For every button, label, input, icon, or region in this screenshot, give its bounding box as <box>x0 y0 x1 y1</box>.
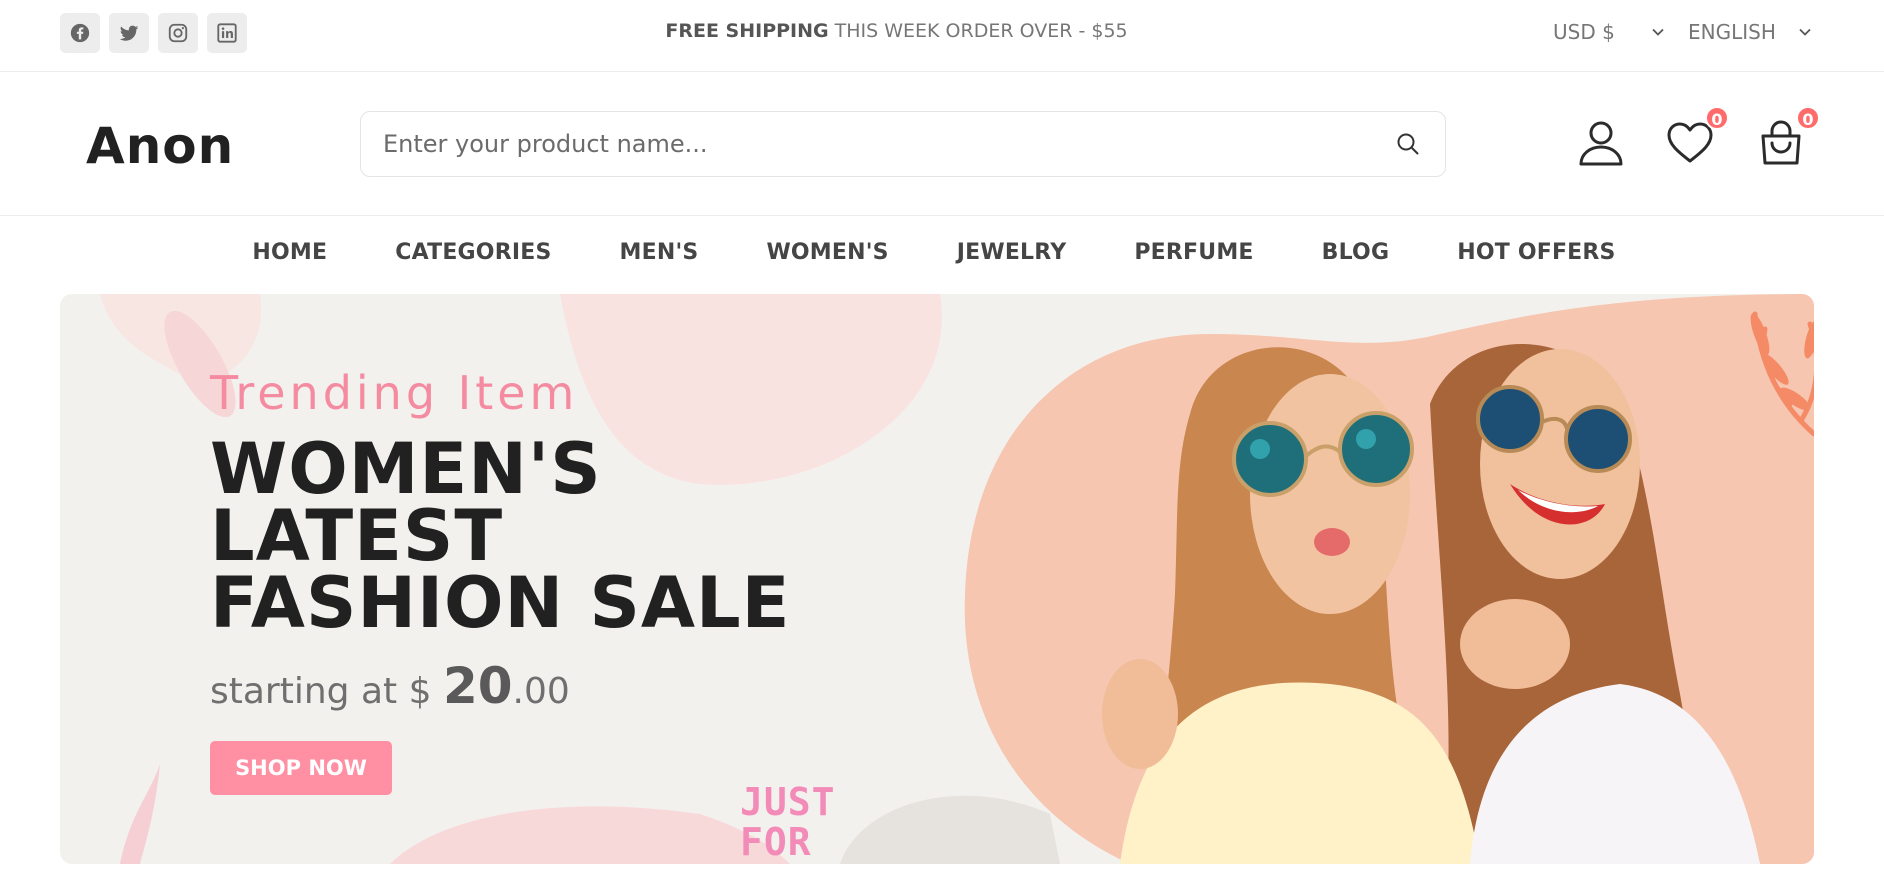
currency-label: USD $ <box>1553 20 1615 44</box>
top-bar: FREE SHIPPING THIS WEEK ORDER OVER - $55… <box>0 0 1884 72</box>
nav-item-hot-offers[interactable]: HOT OFFERS <box>1457 240 1615 265</box>
chevron-down-icon <box>1799 28 1811 36</box>
user-icon <box>1579 121 1623 166</box>
nav-item-jewelry[interactable]: JEWELRY <box>957 240 1067 265</box>
chevron-down-icon <box>1652 28 1664 36</box>
cart-button[interactable]: 0 <box>1756 106 1820 168</box>
hero-subtitle: Trending Item <box>210 366 579 420</box>
main-header: Anon 0 0 <box>0 72 1884 216</box>
site-logo[interactable]: Anon <box>86 117 234 175</box>
account-button[interactable] <box>1576 118 1626 168</box>
hero-banner: Trending Item WOMEN'S LATEST FASHION SAL… <box>60 294 1814 864</box>
shipping-banner: FREE SHIPPING THIS WEEK ORDER OVER - $55 <box>0 20 1793 42</box>
hero-content: Trending Item WOMEN'S LATEST FASHION SAL… <box>210 366 790 795</box>
nav-item-blog[interactable]: BLOG <box>1322 240 1390 265</box>
headline-line-2: LATEST <box>210 495 504 577</box>
nav-item-womens[interactable]: WOMEN'S <box>766 240 888 265</box>
shop-now-button[interactable]: SHOP NOW <box>210 741 392 795</box>
price-cents: .00 <box>512 671 570 712</box>
nav-item-home[interactable]: HOME <box>252 240 327 265</box>
hero-price: starting at $ 20.00 <box>210 657 790 715</box>
search-bar <box>360 111 1446 177</box>
just-for-you-sticker: JUST FOR <box>740 782 836 862</box>
language-label: ENGLISH <box>1688 20 1776 44</box>
sticker-line-2: FOR <box>740 820 812 864</box>
search-icon[interactable] <box>1395 131 1421 157</box>
headline-line-3: FASHION SALE <box>210 562 791 644</box>
wishlist-count-badge: 0 <box>1705 106 1729 130</box>
nav-item-mens[interactable]: MEN'S <box>620 240 699 265</box>
search-input[interactable] <box>383 112 1343 176</box>
shipping-text: THIS WEEK ORDER OVER - $55 <box>828 20 1128 42</box>
nav-item-perfume[interactable]: PERFUME <box>1134 240 1253 265</box>
shipping-highlight: FREE SHIPPING <box>665 20 829 42</box>
cart-count-badge: 0 <box>1796 106 1820 130</box>
nav-item-categories[interactable]: CATEGORIES <box>395 240 551 265</box>
hero-headline: WOMEN'S LATEST FASHION SALE <box>210 428 791 644</box>
language-selector[interactable]: ENGLISH <box>1688 20 1812 44</box>
price-prefix: starting at $ <box>210 671 443 712</box>
wishlist-button[interactable]: 0 <box>1665 106 1729 168</box>
price-amount: 20 <box>442 657 513 715</box>
sticker-line-1: JUST <box>740 780 836 824</box>
currency-selector[interactable]: USD $ <box>1553 20 1665 44</box>
main-navigation: HOME CATEGORIES MEN'S WOMEN'S JEWELRY PE… <box>0 240 1884 265</box>
headline-line-1: WOMEN'S <box>210 428 602 510</box>
